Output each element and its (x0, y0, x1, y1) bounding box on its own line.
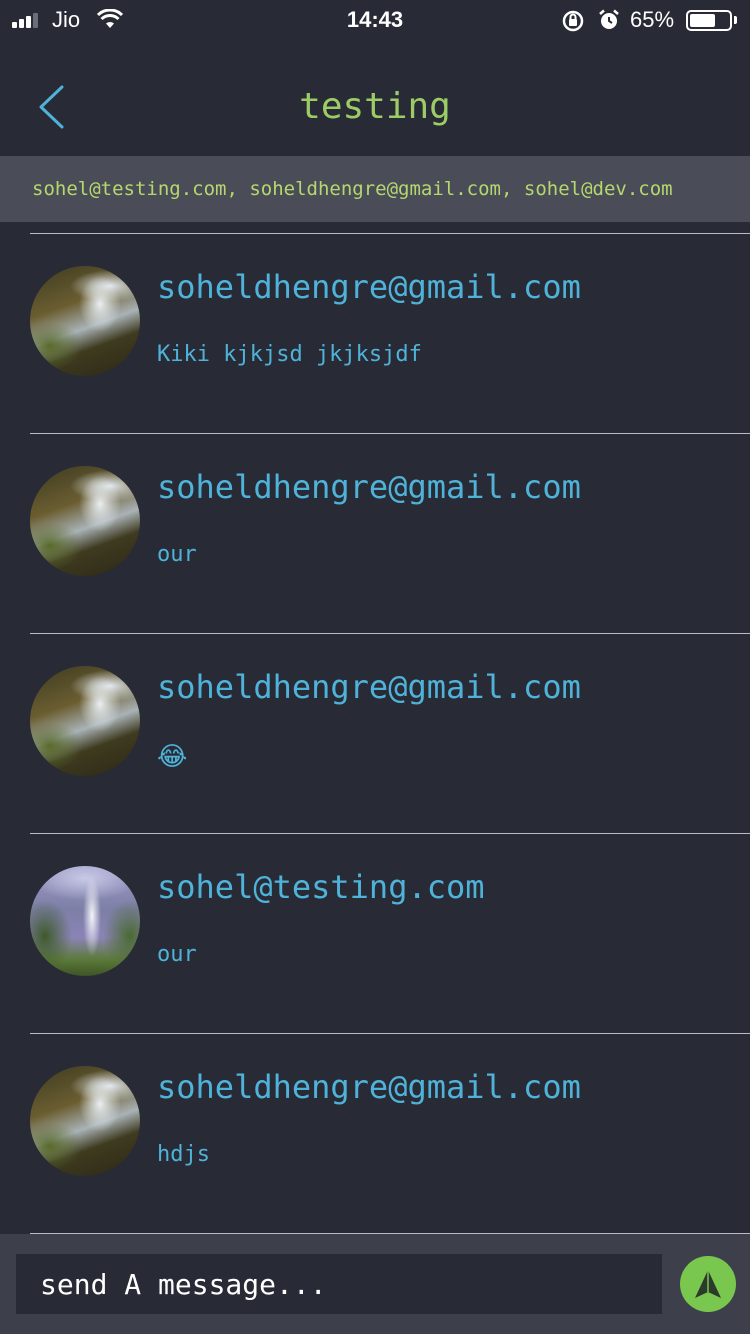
message-input[interactable] (16, 1254, 662, 1314)
message-item[interactable]: soheldhengre@gmail.com Kiki kjkjsd jkjks… (30, 233, 750, 433)
avatar (30, 466, 140, 576)
message-sender: sohel@testing.com (157, 868, 485, 906)
message-item[interactable]: sohel@testing.com our (30, 833, 750, 1033)
message-item[interactable]: soheldhengre@gmail.com 😂 (30, 633, 750, 833)
participants-bar: sohel@testing.com, soheldhengre@gmail.co… (0, 156, 750, 222)
message-sender: soheldhengre@gmail.com (157, 468, 581, 506)
page-title: testing (299, 86, 451, 127)
rotation-lock-icon (561, 9, 585, 38)
message-sender: soheldhengre@gmail.com (157, 268, 581, 306)
battery-level-fill (690, 14, 715, 27)
message-text: 😂 (157, 742, 188, 772)
send-arrow-icon (695, 1270, 721, 1298)
participants-list: sohel@testing.com, soheldhengre@gmail.co… (32, 178, 673, 200)
alarm-icon (597, 8, 621, 37)
battery-percentage: 65% (630, 7, 675, 32)
status-bar: Jio 14:43 65% (0, 0, 750, 40)
battery-tip (734, 16, 737, 24)
message-text: Kiki kjkjsd jkjksjdf (157, 342, 422, 367)
avatar (30, 866, 140, 976)
message-sender: soheldhengre@gmail.com (157, 668, 581, 706)
battery-icon (686, 10, 732, 31)
message-text: our (157, 542, 197, 567)
message-text: hdjs (157, 1142, 210, 1167)
message-item[interactable]: soheldhengre@gmail.com our (30, 433, 750, 633)
message-composer (0, 1234, 750, 1334)
send-button[interactable] (680, 1256, 736, 1312)
message-item[interactable]: soheldhengre@gmail.com hdjs (30, 1033, 750, 1233)
message-text: our (157, 942, 197, 967)
avatar (30, 666, 140, 776)
message-sender: soheldhengre@gmail.com (157, 1068, 581, 1106)
message-list[interactable]: soheldhengre@gmail.com Kiki kjkjsd jkjks… (0, 233, 750, 1234)
avatar (30, 1066, 140, 1176)
avatar (30, 266, 140, 376)
